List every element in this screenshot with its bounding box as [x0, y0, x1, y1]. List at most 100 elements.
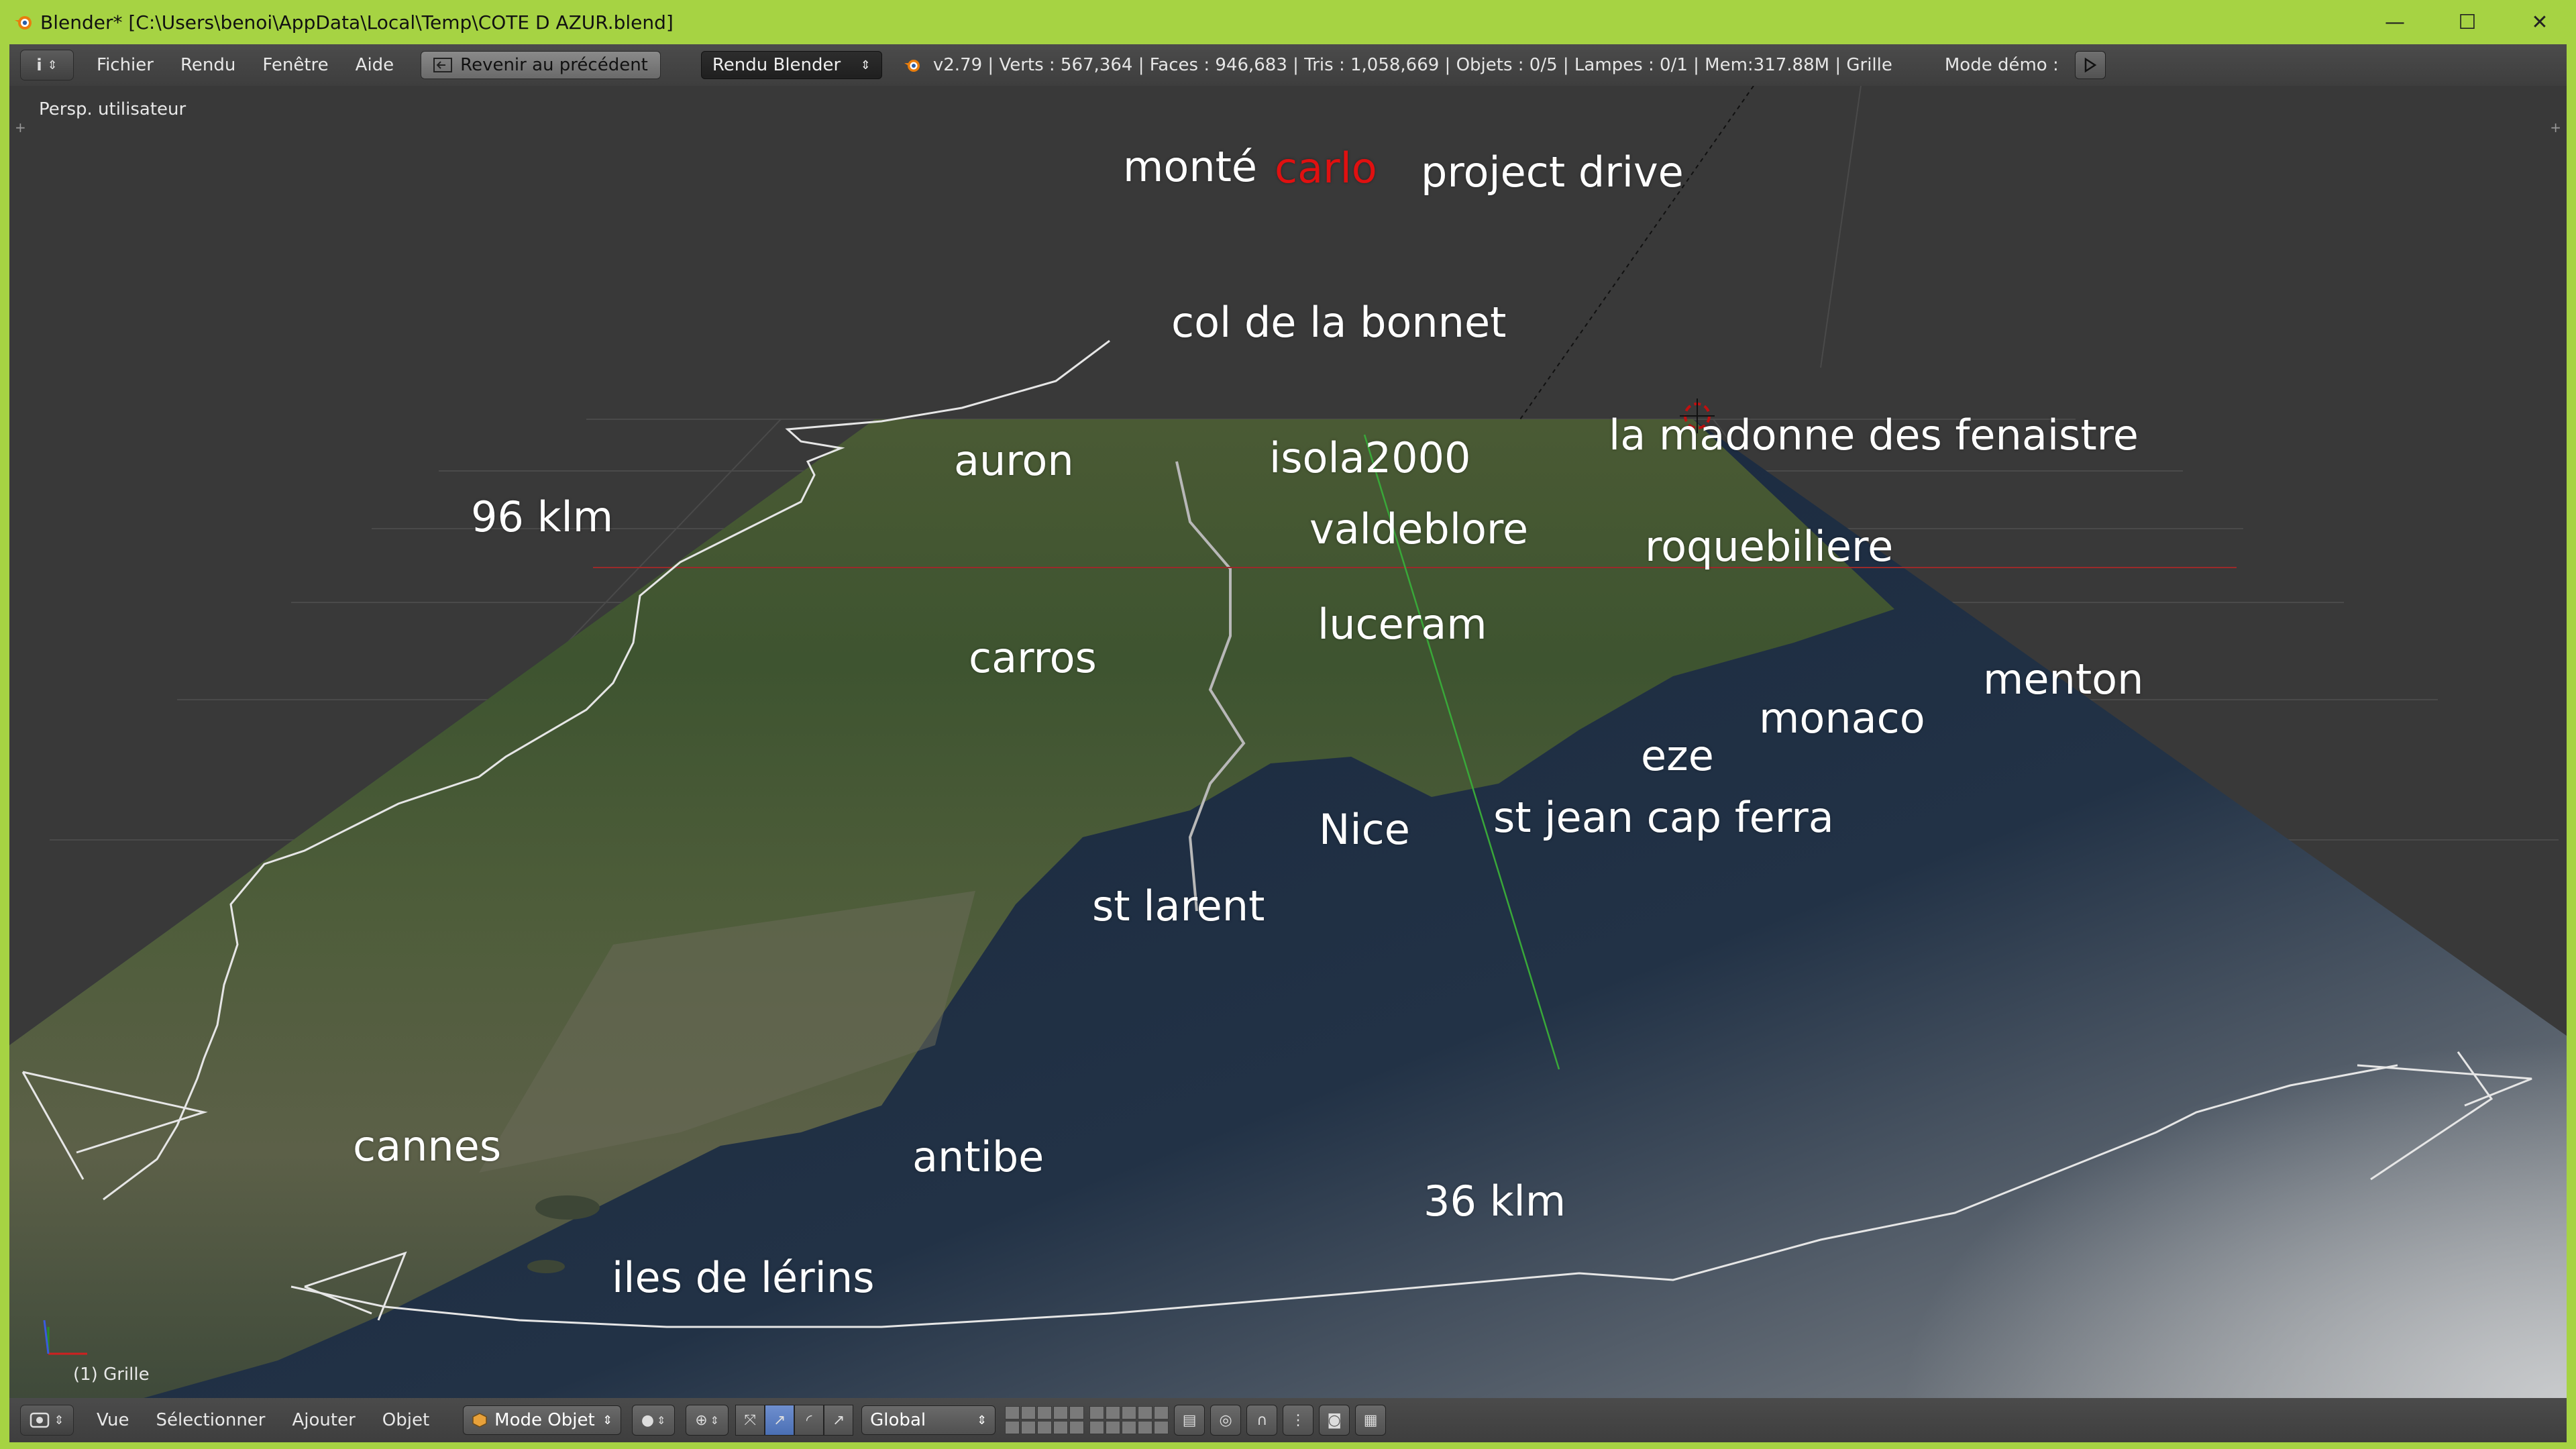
window-titlebar: Blender* [C:\Users\benoi\AppData\Local\T…	[0, 0, 2576, 44]
layer-cell[interactable]	[1053, 1421, 1069, 1434]
label-auron: auron	[954, 436, 1074, 485]
window-border-bottom	[0, 1442, 2576, 1449]
shading-sphere-icon: ●	[641, 1411, 655, 1429]
view-mode-label: Persp. utilisateur	[39, 99, 186, 119]
viewport-shading-dropdown[interactable]: ● ⇕	[632, 1405, 676, 1436]
layer-cell[interactable]	[1122, 1421, 1137, 1434]
layer-cell[interactable]	[1053, 1406, 1069, 1419]
camera-line-2	[1820, 86, 1862, 368]
label-36-klm: 36 klm	[1424, 1177, 1566, 1226]
menu-ajouter[interactable]: Ajouter	[278, 1410, 368, 1430]
interaction-mode-dropdown[interactable]: Mode Objet ⇕	[463, 1405, 622, 1435]
updown-arrows-icon: ⇕	[977, 1413, 987, 1428]
region-toggle-right-icon[interactable]: +	[2550, 119, 2561, 136]
layer-cell[interactable]	[1069, 1406, 1085, 1419]
play-button[interactable]	[2074, 51, 2106, 79]
render-engine-dropdown[interactable]: Rendu Blender ⇕	[700, 51, 882, 79]
layer-cell[interactable]	[1021, 1421, 1036, 1434]
3d-viewport[interactable]: Persp. utilisateur (1) Grille + + monté …	[9, 86, 2567, 1398]
lerins-island	[535, 1195, 600, 1220]
layer-cell[interactable]	[1069, 1421, 1085, 1434]
magnet-icon: ∩	[1256, 1411, 1268, 1429]
clapper-icon: ▦	[1363, 1411, 1378, 1429]
layer-cell[interactable]	[1005, 1406, 1020, 1419]
layer-block-2[interactable]	[1089, 1406, 1169, 1434]
menu-rendu[interactable]: Rendu	[167, 55, 249, 75]
layer-cell[interactable]	[1089, 1421, 1105, 1434]
label-antibe: antibe	[912, 1132, 1044, 1181]
camera-line	[1518, 86, 1754, 422]
layer-cell[interactable]	[1138, 1421, 1153, 1434]
blender-logo-icon	[904, 60, 920, 72]
layer-cell[interactable]	[1154, 1421, 1169, 1434]
layer-cell[interactable]	[1089, 1406, 1105, 1419]
label-96-klm: 96 klm	[471, 492, 614, 541]
maximize-button[interactable]: ☐	[2431, 0, 2504, 44]
layer-cell[interactable]	[1122, 1406, 1137, 1419]
snap-toggle-button[interactable]: ∩	[1246, 1405, 1278, 1436]
editor-type-selector[interactable]: i ⇕	[20, 50, 74, 80]
close-button[interactable]: ✕	[2504, 0, 2576, 44]
label-monte: monté	[1123, 142, 1258, 191]
lock-layers-button[interactable]: ▤	[1174, 1405, 1205, 1436]
pivot-point-dropdown[interactable]: ⊕ ⇕	[686, 1405, 729, 1436]
transform-orientation-dropdown[interactable]: Global ⇕	[861, 1405, 996, 1435]
label-st-larent: st larent	[1092, 881, 1265, 930]
layer-cell[interactable]	[1106, 1406, 1121, 1419]
3d-view-header: ⇕ Vue Sélectionner Ajouter Objet Mode Ob…	[9, 1398, 2567, 1442]
rotate-manipulator-button[interactable]: ◜	[794, 1405, 824, 1436]
opengl-animation-button[interactable]: ▦	[1355, 1405, 1387, 1436]
back-button-label: Revenir au précédent	[460, 55, 648, 75]
label-roquebiliere: roquebiliere	[1645, 522, 1894, 571]
scale-icon: ↗	[832, 1411, 845, 1429]
label-project-drive: project drive	[1421, 148, 1684, 197]
pivot-icon: ⊕	[695, 1411, 708, 1429]
menu-fenetre[interactable]: Fenêtre	[249, 55, 341, 75]
stats-text: v2.79 | Verts : 567,364 | Faces : 946,68…	[932, 55, 1892, 75]
scene-canvas[interactable]	[9, 86, 2567, 1398]
label-valdeblore: valdeblore	[1309, 504, 1529, 553]
layer-cell[interactable]	[1106, 1421, 1121, 1434]
layer-cell[interactable]	[1037, 1406, 1053, 1419]
layer-cell[interactable]	[1154, 1406, 1169, 1419]
layer-cell[interactable]	[1037, 1421, 1053, 1434]
label-st-jean-cap-ferra: st jean cap ferra	[1493, 793, 1834, 842]
snap-element-dropdown[interactable]: ⋮	[1283, 1405, 1314, 1436]
play-icon	[2084, 58, 2097, 72]
menu-fichier[interactable]: Fichier	[83, 55, 167, 75]
snap-increment-icon: ⋮	[1291, 1411, 1306, 1429]
layer-cell[interactable]	[1021, 1406, 1036, 1419]
label-monaco: monaco	[1759, 694, 1925, 743]
opengl-render-button[interactable]: ◙	[1319, 1405, 1350, 1436]
back-to-previous-button[interactable]: Revenir au précédent	[421, 51, 661, 79]
minimize-button[interactable]: —	[2359, 0, 2431, 44]
layer-cell[interactable]	[1138, 1406, 1153, 1419]
label-isola2000: isola2000	[1269, 433, 1471, 482]
updown-arrows-icon: ⇕	[54, 1413, 64, 1428]
proportional-edit-button[interactable]: ◎	[1210, 1405, 1242, 1436]
scale-manipulator-button[interactable]: ↗	[824, 1405, 854, 1436]
menu-vue[interactable]: Vue	[83, 1410, 143, 1430]
scene-stats: v2.79 | Verts : 567,364 | Faces : 946,68…	[902, 55, 1892, 75]
interaction-mode-value: Mode Objet	[494, 1410, 595, 1430]
translate-manipulator-button[interactable]: ↗	[765, 1405, 795, 1436]
layer-selector[interactable]	[1005, 1406, 1169, 1434]
label-nice: Nice	[1319, 805, 1410, 854]
updown-arrows-icon: ⇕	[47, 58, 58, 72]
label-carros: carros	[969, 633, 1097, 682]
manipulator-toggle-button[interactable]: ⤧	[735, 1405, 765, 1436]
menu-aide[interactable]: Aide	[342, 55, 408, 75]
transform-orientation-value: Global	[870, 1410, 926, 1430]
menu-selectionner[interactable]: Sélectionner	[143, 1410, 279, 1430]
region-toggle-left-icon[interactable]: +	[15, 119, 26, 136]
active-object-label: (1) Grille	[73, 1364, 150, 1385]
label-menton: menton	[1983, 655, 2144, 704]
menu-objet[interactable]: Objet	[369, 1410, 443, 1430]
updown-arrows-icon: ⇕	[657, 1413, 666, 1427]
layer-cell[interactable]	[1005, 1421, 1020, 1434]
layer-block-1[interactable]	[1005, 1406, 1085, 1434]
blender-logo-icon	[15, 16, 32, 30]
label-la-madonne-des-fenaistre: la madonne des fenaistre	[1609, 411, 2139, 460]
editor-type-selector-3d[interactable]: ⇕	[20, 1405, 74, 1436]
rotate-icon: ◜	[806, 1411, 812, 1429]
